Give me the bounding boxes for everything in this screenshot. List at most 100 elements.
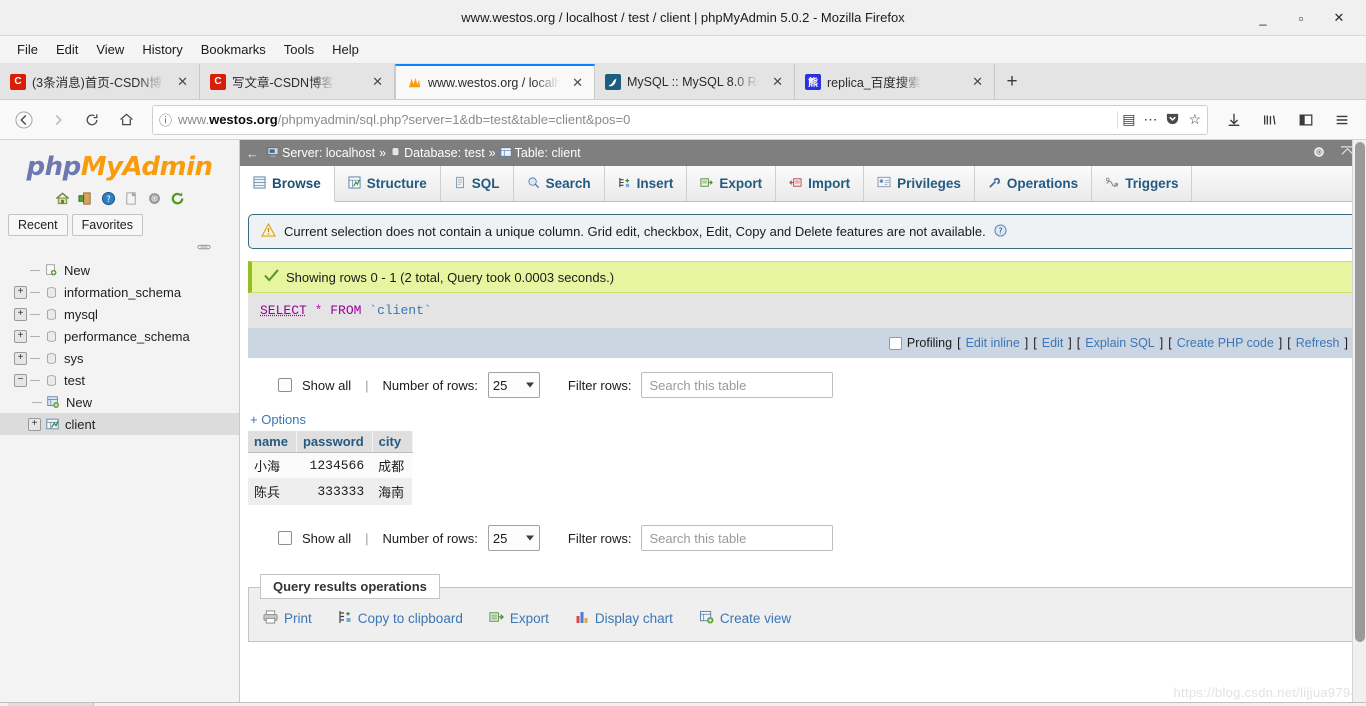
settings-gear-icon[interactable]: [1307, 145, 1331, 162]
pin-icon[interactable]: [0, 240, 239, 259]
edit-link[interactable]: Edit: [1042, 336, 1064, 350]
sidebar-icon[interactable]: [1290, 105, 1322, 135]
menu-help[interactable]: Help: [323, 39, 368, 60]
tab-close-icon[interactable]: ✕: [569, 75, 586, 91]
breadcrumb-database[interactable]: Database: test: [390, 146, 485, 161]
tree-item-mysql[interactable]: + mysql: [10, 303, 239, 325]
table-row[interactable]: 陈兵 333333 海南: [248, 478, 413, 505]
phpmyadmin-logo[interactable]: phpMyAdmin: [0, 140, 239, 186]
favorites-button[interactable]: Favorites: [71, 214, 144, 236]
options-toggle[interactable]: + Options: [248, 406, 1358, 431]
downloads-icon[interactable]: [1218, 105, 1250, 135]
column-header-city[interactable]: city: [372, 431, 413, 453]
menu-file[interactable]: File: [8, 39, 47, 60]
tree-item-information-schema[interactable]: + information_schema: [10, 281, 239, 303]
edit-inline-link[interactable]: Edit inline: [966, 336, 1020, 350]
copy-to-clipboard-button[interactable]: Copy to clipboard: [338, 610, 463, 627]
menu-edit[interactable]: Edit: [47, 39, 87, 60]
browser-tab-5[interactable]: 熊 replica_百度搜索 ✕: [795, 64, 995, 99]
library-icon[interactable]: [1254, 105, 1286, 135]
minimize-button[interactable]: _: [1244, 0, 1282, 36]
menu-history[interactable]: History: [133, 39, 191, 60]
close-button[interactable]: ✕: [1320, 0, 1358, 36]
home-icon[interactable]: [54, 190, 70, 206]
tab-close-icon[interactable]: ✕: [174, 74, 191, 90]
tab-insert[interactable]: Insert: [604, 166, 688, 201]
page-actions-icon[interactable]: ⋯: [1143, 111, 1157, 128]
tab-browse[interactable]: Browse: [240, 166, 335, 202]
column-header-name[interactable]: name: [248, 431, 297, 453]
tree-item-performance-schema[interactable]: + performance_schema: [10, 325, 239, 347]
tree-expand-toggle[interactable]: +: [14, 285, 27, 299]
browser-tab-3[interactable]: www.westos.org / localhost ✕: [395, 64, 595, 99]
tree-expand-toggle[interactable]: +: [14, 329, 27, 343]
home-button[interactable]: [110, 105, 142, 135]
tab-privileges[interactable]: Privileges: [864, 166, 975, 201]
breadcrumb-server[interactable]: Server: localhost: [267, 146, 375, 161]
info-icon[interactable]: ⓘ: [159, 110, 172, 129]
tab-import[interactable]: Import: [776, 166, 865, 201]
tree-item-sys[interactable]: + sys: [10, 347, 239, 369]
help-circle-icon[interactable]: ?: [994, 223, 1007, 240]
number-of-rows-select-top[interactable]: 25: [487, 372, 540, 398]
tab-close-icon[interactable]: ✕: [769, 74, 786, 90]
menu-tools[interactable]: Tools: [275, 39, 323, 60]
filter-rows-input-top[interactable]: Search this table: [641, 372, 834, 398]
tree-item-new-db[interactable]: New: [10, 259, 239, 281]
hamburger-menu-icon[interactable]: [1326, 105, 1358, 135]
help-icon[interactable]: ?: [100, 190, 116, 206]
logout-icon[interactable]: [77, 190, 93, 206]
tree-item-test[interactable]: − test: [10, 369, 239, 391]
print-button[interactable]: Print: [263, 610, 312, 627]
maximize-button[interactable]: ▫: [1282, 0, 1320, 36]
tab-operations[interactable]: Operations: [974, 166, 1093, 201]
recent-button[interactable]: Recent: [8, 214, 68, 236]
docs-icon[interactable]: [123, 190, 139, 206]
tab-triggers[interactable]: Triggers: [1092, 166, 1193, 201]
tab-export[interactable]: Export: [687, 166, 777, 201]
page-scrollbar[interactable]: [1352, 140, 1366, 702]
menu-bookmarks[interactable]: Bookmarks: [192, 39, 275, 60]
display-chart-button[interactable]: Display chart: [575, 610, 673, 627]
pocket-icon[interactable]: [1165, 111, 1180, 129]
profiling-checkbox[interactable]: [888, 336, 902, 350]
browser-tab-1[interactable]: C (3条消息)首页-CSDN博客 ✕: [0, 64, 200, 99]
tree-expand-toggle[interactable]: +: [28, 417, 41, 431]
create-view-button[interactable]: Create view: [699, 610, 791, 627]
new-tab-button[interactable]: +: [995, 64, 1029, 99]
explain-sql-link[interactable]: Explain SQL: [1085, 336, 1154, 350]
reload-button[interactable]: [76, 105, 108, 135]
tree-expand-toggle[interactable]: +: [14, 351, 27, 365]
reload-icon[interactable]: [169, 190, 185, 206]
scrollbar-thumb[interactable]: [1355, 142, 1365, 642]
export-button[interactable]: Export: [489, 610, 549, 627]
tab-structure[interactable]: Structure: [334, 166, 441, 201]
breadcrumb-table[interactable]: Table: client: [500, 146, 581, 161]
bookmark-star-icon[interactable]: ☆: [1188, 111, 1201, 128]
tab-sql[interactable]: SQL: [440, 166, 514, 201]
show-all-checkbox-bottom[interactable]: [278, 531, 292, 545]
show-all-checkbox-top[interactable]: [278, 378, 292, 392]
sql-query-display[interactable]: SELECT * FROM `client`: [248, 293, 1358, 328]
menu-view[interactable]: View: [87, 39, 133, 60]
reader-view-icon[interactable]: ▤: [1122, 111, 1135, 128]
back-arrow-icon[interactable]: ←: [246, 146, 263, 161]
back-button[interactable]: [8, 105, 40, 135]
number-of-rows-select-bottom[interactable]: 25: [487, 525, 540, 551]
table-row[interactable]: 小海 1234566 成都: [248, 452, 413, 479]
settings-icon[interactable]: [146, 190, 162, 206]
forward-button[interactable]: [42, 105, 74, 135]
tree-item-client[interactable]: + client: [0, 413, 239, 435]
tab-close-icon[interactable]: ✕: [969, 74, 986, 90]
tree-expand-toggle[interactable]: +: [14, 307, 27, 321]
tree-item-new-table[interactable]: New: [10, 391, 239, 413]
column-header-password[interactable]: password: [296, 431, 373, 453]
tree-collapse-toggle[interactable]: −: [14, 373, 27, 387]
tab-search[interactable]: Search: [513, 166, 605, 201]
refresh-link[interactable]: Refresh: [1296, 336, 1340, 350]
browser-tab-4[interactable]: MySQL :: MySQL 8.0 Reference ✕: [595, 64, 795, 99]
filter-rows-input-bottom[interactable]: Search this table: [641, 525, 834, 551]
browser-tab-2[interactable]: C 写文章-CSDN博客 ✕: [200, 64, 395, 99]
url-bar[interactable]: ⓘ www.westos.org/phpmyadmin/sql.php?serv…: [152, 104, 1208, 135]
create-php-code-link[interactable]: Create PHP code: [1177, 336, 1274, 350]
